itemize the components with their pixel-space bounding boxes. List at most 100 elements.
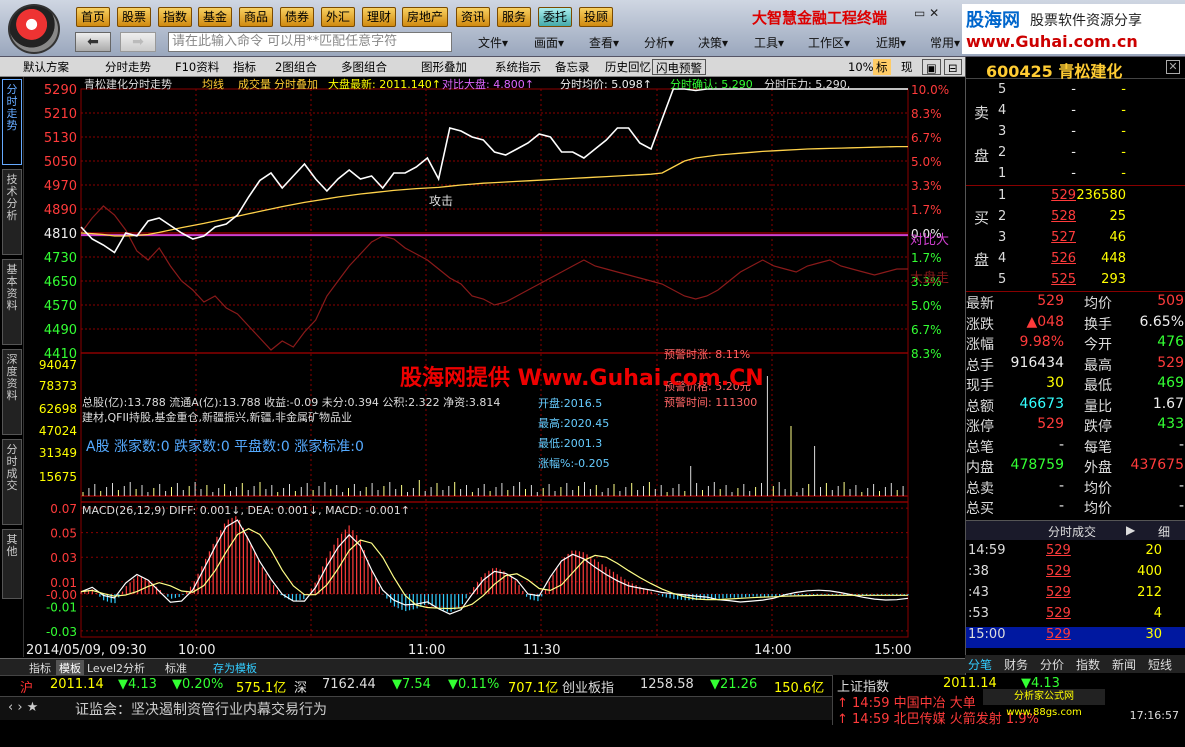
- ticks-next-icon[interactable]: ▶: [1126, 523, 1135, 537]
- app-logo[interactable]: [8, 4, 60, 54]
- nav-5[interactable]: 债券: [280, 7, 314, 27]
- window-controls[interactable]: ▭ ✕: [914, 6, 939, 20]
- volume-tick: 78373: [39, 379, 77, 393]
- tick-row[interactable]: :38 529 400: [966, 564, 1185, 585]
- nav-7[interactable]: 理财: [362, 7, 396, 27]
- buy-order-row[interactable]: 3 527 46: [966, 230, 1185, 251]
- bottom-tab-2[interactable]: Level2分析: [84, 660, 148, 676]
- minimize-icon[interactable]: ⊟: [944, 59, 962, 75]
- right-tab-0[interactable]: 分笔: [968, 656, 992, 673]
- price-tick: 4730: [44, 251, 77, 266]
- back-button[interactable]: ⬅: [75, 32, 111, 52]
- stock-code-name[interactable]: 600425 青松建化: [986, 58, 1122, 82]
- toolbar-4[interactable]: 2图组合: [272, 59, 320, 75]
- menu-1[interactable]: 画面▾: [534, 34, 564, 51]
- toolbar-10[interactable]: 闪电预警: [652, 59, 706, 75]
- order-level: 2: [998, 209, 1007, 224]
- side-tab-5[interactable]: 其 他: [2, 529, 22, 599]
- buy-order-row[interactable]: 5 525 293: [966, 272, 1185, 293]
- toolbar-8[interactable]: 备忘录: [552, 59, 593, 75]
- close-icon[interactable]: ✕: [1166, 60, 1180, 74]
- right-tab-5[interactable]: 短线: [1148, 656, 1172, 673]
- menu-7[interactable]: 近期▾: [876, 34, 906, 51]
- toolbar-7[interactable]: 系统指示: [492, 59, 544, 75]
- ticker-arrows-icon[interactable]: ‹ › ★: [8, 700, 38, 715]
- nav-9[interactable]: 资讯: [456, 7, 490, 27]
- toolbar-0[interactable]: 默认方案: [20, 59, 72, 75]
- forward-button[interactable]: ➡: [120, 32, 156, 52]
- side-tab-4[interactable]: 分 时 成 交: [2, 439, 22, 525]
- quote-label: 均价: [1084, 480, 1112, 497]
- menu-5[interactable]: 工具▾: [754, 34, 784, 51]
- nav-12[interactable]: 投顾: [579, 7, 613, 27]
- toolbar-3[interactable]: 指标: [230, 59, 259, 75]
- side-tab-1[interactable]: 技 术 分 析: [2, 169, 22, 255]
- tick-row[interactable]: :43 529 212: [966, 585, 1185, 606]
- watermark-url: www.Guhai.com.cn: [966, 32, 1138, 51]
- right-tab-2[interactable]: 分价: [1040, 656, 1064, 673]
- menu-4[interactable]: 决策▾: [698, 34, 728, 51]
- quote-row: 总笔 - 每笔 -: [966, 437, 1185, 458]
- buy-order-row[interactable]: 4 526 448: [966, 251, 1185, 272]
- tick-row[interactable]: 14:59 529 20: [966, 543, 1185, 564]
- buy-order-row[interactable]: 1 529 236580: [966, 188, 1185, 209]
- nav-4[interactable]: 商品: [239, 7, 273, 27]
- toolbar-9[interactable]: 历史回忆: [602, 59, 654, 75]
- toolbar-6[interactable]: 图形叠加: [418, 59, 470, 75]
- volume-tick: 94047: [39, 358, 77, 372]
- window-icon[interactable]: ▣: [922, 59, 941, 75]
- tick-time: :53: [968, 606, 989, 621]
- nav-2[interactable]: 指数: [158, 7, 192, 27]
- nav-11[interactable]: 委托: [538, 7, 572, 27]
- toolbar-5[interactable]: 多图组合: [338, 59, 390, 75]
- order-level: 5: [998, 82, 1007, 97]
- dapan-stat: 最高:2020.45: [538, 416, 609, 430]
- menu-6[interactable]: 工作区▾: [808, 34, 850, 51]
- order-level: 5: [998, 272, 1007, 287]
- bottom-tab-3[interactable]: 标准: [162, 660, 190, 676]
- command-input[interactable]: 请在此输入命令 可以用**匹配任意字符: [168, 32, 452, 52]
- bottom-tab-0[interactable]: 指标: [26, 660, 54, 676]
- side-tab-2[interactable]: 基 本 资 料: [2, 259, 22, 345]
- toolbar-right-2[interactable]: 现: [898, 59, 916, 75]
- side-tab-0[interactable]: 分 时 走 势: [2, 79, 22, 165]
- sell-order-row[interactable]: 4 - -: [966, 103, 1185, 124]
- nav-10[interactable]: 服务: [497, 7, 531, 27]
- sell-order-row[interactable]: 3 - -: [966, 124, 1185, 145]
- right-tab-1[interactable]: 财务: [1004, 656, 1028, 673]
- order-volume: -: [1121, 103, 1126, 118]
- bottom-tab-1[interactable]: 模板: [56, 660, 84, 676]
- nav-6[interactable]: 外汇: [321, 7, 355, 27]
- quote-label: 今开: [1084, 337, 1112, 353]
- quote-panel: 600425 青松建化 ✕ 5- -4- -3- -2- -1- - 卖盘 1 529 23658…: [965, 57, 1185, 677]
- tick-row[interactable]: :53 529 4: [966, 606, 1185, 627]
- menu-0[interactable]: 文件▾: [478, 34, 508, 51]
- sell-order-row[interactable]: 2 - -: [966, 145, 1185, 166]
- menu-8[interactable]: 常用▾: [930, 34, 960, 51]
- news-headline[interactable]: 证监会：坚决遏制资管行业内幕交易行为: [75, 699, 327, 719]
- menu-2[interactable]: 查看▾: [589, 34, 619, 51]
- toolbar-2[interactable]: F10资料: [172, 59, 222, 75]
- volume-tick: 15675: [39, 470, 77, 484]
- bottom-tab-4[interactable]: 存为模板: [210, 660, 260, 676]
- buy-order-row[interactable]: 2 528 25: [966, 209, 1185, 230]
- nav-3[interactable]: 基金: [198, 7, 232, 27]
- alert-panel: 上证指数 2011.14 ▼4.13 ↑ 14:59 中国中冶 大单 ↑ 14:…: [832, 675, 1185, 727]
- toolbar-right-0[interactable]: 10%: [845, 59, 877, 75]
- toolbar-1[interactable]: 分时走势: [102, 59, 154, 75]
- side-tab-3[interactable]: 深 度 资 料: [2, 349, 22, 435]
- menu-3[interactable]: 分析▾: [644, 34, 674, 51]
- nav-1[interactable]: 股票: [117, 7, 151, 27]
- sell-order-row[interactable]: 5 - -: [966, 82, 1185, 103]
- nav-0[interactable]: 首页: [76, 7, 110, 27]
- nav-8[interactable]: 房地产: [402, 7, 448, 27]
- ticker-item: ▼0.20%: [172, 677, 224, 692]
- ticks-detail-button[interactable]: 细: [1158, 523, 1170, 540]
- sell-order-row[interactable]: 1 - -: [966, 166, 1185, 187]
- right-tab-3[interactable]: 指数: [1076, 656, 1100, 673]
- toolbar-right-1[interactable]: 标: [873, 59, 891, 75]
- header-pressure: 分时压力: 5.290,: [764, 78, 850, 91]
- order-volume: 25: [1109, 209, 1126, 224]
- right-tab-4[interactable]: 新闻: [1112, 656, 1136, 673]
- tick-row[interactable]: 15:00 529 30: [966, 627, 1185, 648]
